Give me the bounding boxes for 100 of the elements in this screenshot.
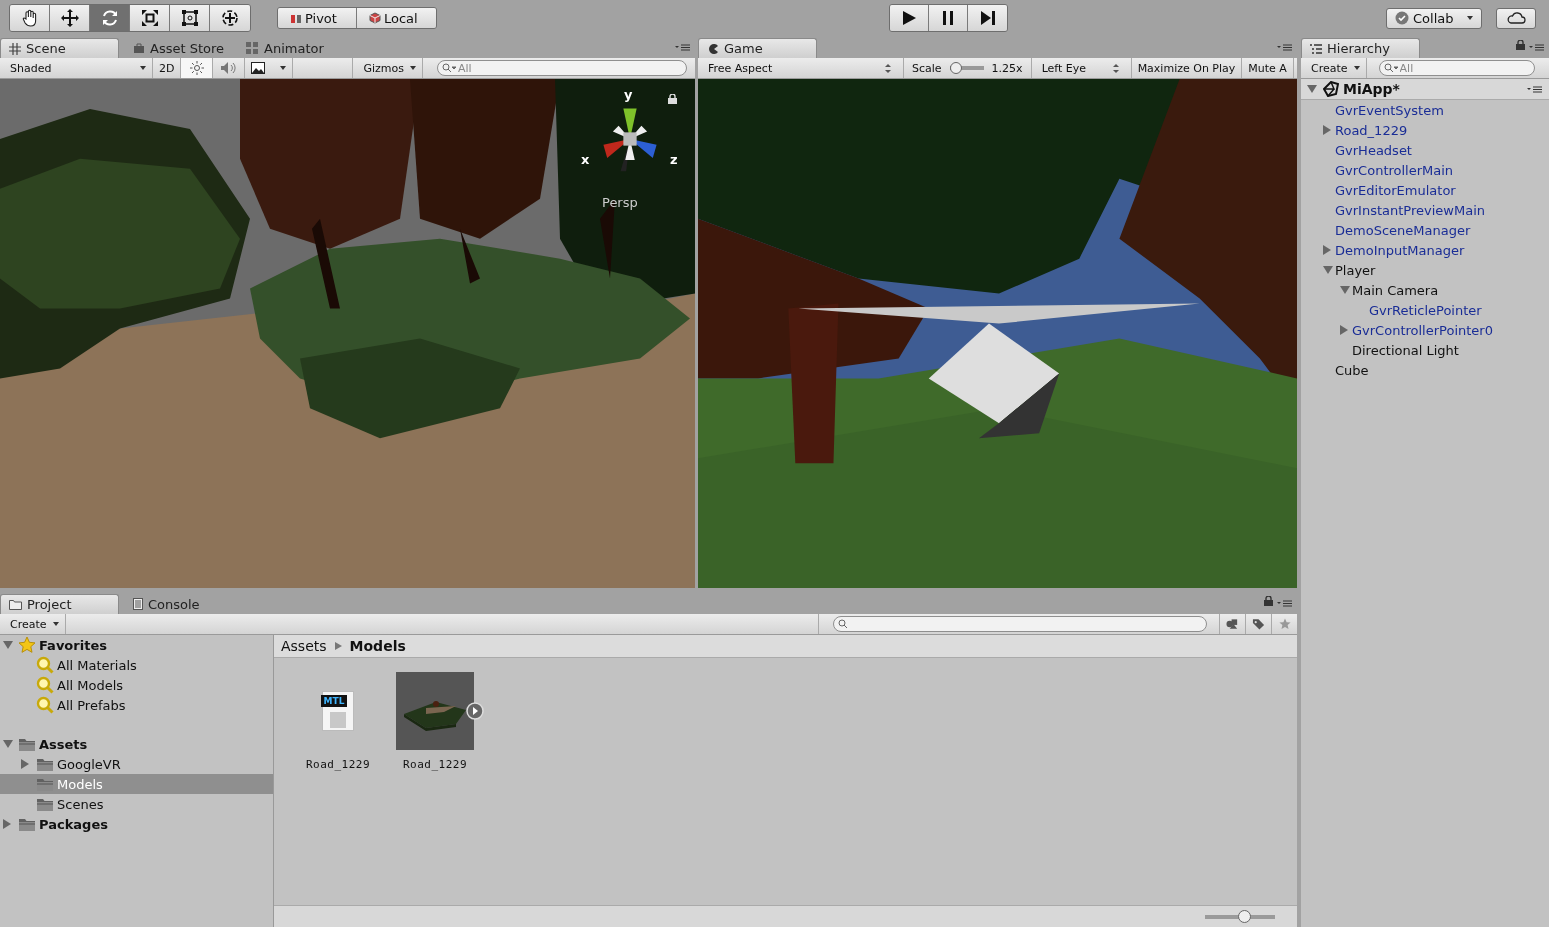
star-icon	[1278, 618, 1291, 630]
create-dropdown[interactable]: Create	[1301, 58, 1367, 78]
hierarchy-item[interactable]: GvrControllerPointer0	[1352, 322, 1493, 338]
panel-menu-icon[interactable]	[675, 43, 691, 51]
asset-name: Road_1229	[402, 758, 468, 771]
lighting-toggle[interactable]	[181, 58, 214, 78]
play-icon	[901, 10, 917, 26]
collab-button[interactable]: Collab	[1386, 7, 1482, 29]
search-icon	[36, 676, 54, 694]
hierarchy-item[interactable]: GvrEditorEmulator	[1335, 182, 1456, 198]
step-button[interactable]	[968, 5, 1007, 31]
step-icon	[979, 10, 996, 26]
hierarchy-item[interactable]: Main Camera	[1352, 282, 1439, 298]
check-circle-icon	[1395, 11, 1409, 25]
hierarchy-item[interactable]: GvrInstantPreviewMain	[1335, 202, 1485, 218]
hierarchy-item[interactable]: Road_1229	[1335, 122, 1408, 138]
transform-tool-button[interactable]	[210, 5, 250, 31]
local-button[interactable]: Local	[357, 8, 436, 28]
scale-label: Scale	[912, 61, 942, 75]
cloud-button[interactable]	[1496, 7, 1536, 29]
project-tree-item[interactable]: All Models	[0, 675, 273, 695]
hierarchy-item[interactable]: GvrEventSystem	[1335, 102, 1444, 118]
lock-icon[interactable]	[668, 94, 677, 104]
folder-icon	[18, 816, 36, 832]
project-tree-item[interactable]: Scenes	[0, 794, 273, 814]
move-tool-button[interactable]	[50, 5, 90, 31]
pivot-button[interactable]: Pivot	[278, 8, 357, 28]
move-arrows-icon	[59, 8, 80, 28]
tag-icon	[1252, 618, 1265, 630]
panel-tab[interactable]: Asset Store	[125, 38, 233, 58]
panel-tab[interactable]: Hierarchy	[1301, 38, 1420, 58]
hand-tool-button[interactable]	[10, 5, 50, 31]
hierarchy-item[interactable]: Directional Light	[1352, 342, 1459, 358]
folder-icon	[9, 599, 22, 610]
create-dropdown[interactable]: Create	[0, 614, 66, 634]
hierarchy-search-field[interactable]: All	[1378, 60, 1535, 76]
file-type-badge: MTL	[320, 695, 348, 707]
breadcrumb-link[interactable]: Assets	[281, 638, 327, 654]
pacman-icon	[707, 42, 719, 55]
cube-icon	[369, 12, 381, 24]
project-tree-item[interactable]: Assets	[0, 734, 273, 754]
search-icon	[36, 656, 54, 674]
breadcrumb-link[interactable]: Models	[349, 638, 406, 654]
bag-icon	[133, 42, 145, 54]
search-icon	[442, 63, 456, 73]
rotate-tool-button[interactable]	[90, 5, 130, 31]
panel-menu-icon[interactable]	[1277, 599, 1293, 607]
play-button[interactable]	[890, 5, 929, 31]
rect-tool-button[interactable]	[170, 5, 210, 31]
model-preview-thumbnail[interactable]	[396, 672, 474, 750]
panel-menu-icon[interactable]	[1529, 43, 1545, 51]
projection-label[interactable]: Persp	[602, 195, 638, 210]
project-tree-item[interactable]: Packages	[0, 814, 273, 834]
star-icon	[18, 636, 36, 654]
document-icon	[133, 598, 143, 610]
gizmos-dropdown[interactable]: Gizmos	[353, 58, 423, 78]
search-icon	[36, 696, 54, 714]
panel-tab[interactable]: Animator	[238, 38, 332, 58]
hierarchy-item[interactable]: GvrControllerMain	[1335, 162, 1454, 178]
project-search-field[interactable]	[833, 616, 1207, 632]
eye-dropdown[interactable]: Left Eye	[1031, 58, 1132, 78]
scale-tool-button[interactable]	[130, 5, 170, 31]
speaker-icon	[219, 61, 238, 75]
aspect-dropdown[interactable]: Free Aspect	[698, 58, 904, 78]
project-tree-item[interactable]: Favorites	[0, 635, 273, 655]
panel-tab[interactable]: Scene	[0, 38, 119, 58]
sun-icon	[189, 61, 204, 75]
breadcrumb-separator-icon	[334, 642, 342, 650]
pause-button[interactable]	[929, 5, 968, 31]
list-icon	[1310, 43, 1322, 54]
rect-tool-icon	[179, 8, 200, 28]
z-axis-label: z	[670, 152, 678, 167]
y-axis-label: y	[624, 87, 633, 102]
asset-name: Road_1229	[305, 758, 371, 771]
folder-icon	[36, 756, 54, 772]
hierarchy-item[interactable]: GvrHeadset	[1335, 142, 1412, 158]
project-tree-item[interactable]: All Prefabs	[0, 695, 273, 715]
hierarchy-item[interactable]: GvrReticlePointer	[1369, 302, 1482, 318]
panel-menu-icon[interactable]	[1277, 43, 1293, 51]
scene-search-field[interactable]: All	[437, 60, 687, 76]
x-axis-label: x	[581, 152, 590, 167]
panel-tab[interactable]: Project	[0, 594, 119, 614]
mute-audio-toggle[interactable]: Mute A	[1242, 58, 1294, 78]
project-tree-item[interactable]: All Materials	[0, 655, 273, 675]
scale-icon	[139, 8, 160, 28]
panel-tab[interactable]: Console	[125, 594, 208, 614]
hierarchy-item[interactable]: DemoSceneManager	[1335, 222, 1471, 238]
hierarchy-item[interactable]: Cube	[1335, 362, 1369, 378]
scene-name[interactable]: MiApp*	[1343, 81, 1400, 97]
hierarchy-item[interactable]: DemoInputManager	[1335, 242, 1465, 258]
search-icon	[1383, 63, 1398, 73]
squares-icon	[246, 42, 260, 54]
scale-reading: 1.25x	[991, 61, 1023, 75]
shading-dropdown[interactable]: Shaded	[0, 58, 153, 78]
hierarchy-item[interactable]: Player	[1335, 262, 1376, 278]
grid-icon	[9, 42, 21, 55]
panel-tab[interactable]: Game	[698, 38, 817, 58]
scene-menu-icon[interactable]	[1527, 85, 1543, 93]
maximize-on-play-toggle[interactable]: Maximize On Play	[1131, 58, 1243, 78]
image-icon	[251, 62, 266, 74]
